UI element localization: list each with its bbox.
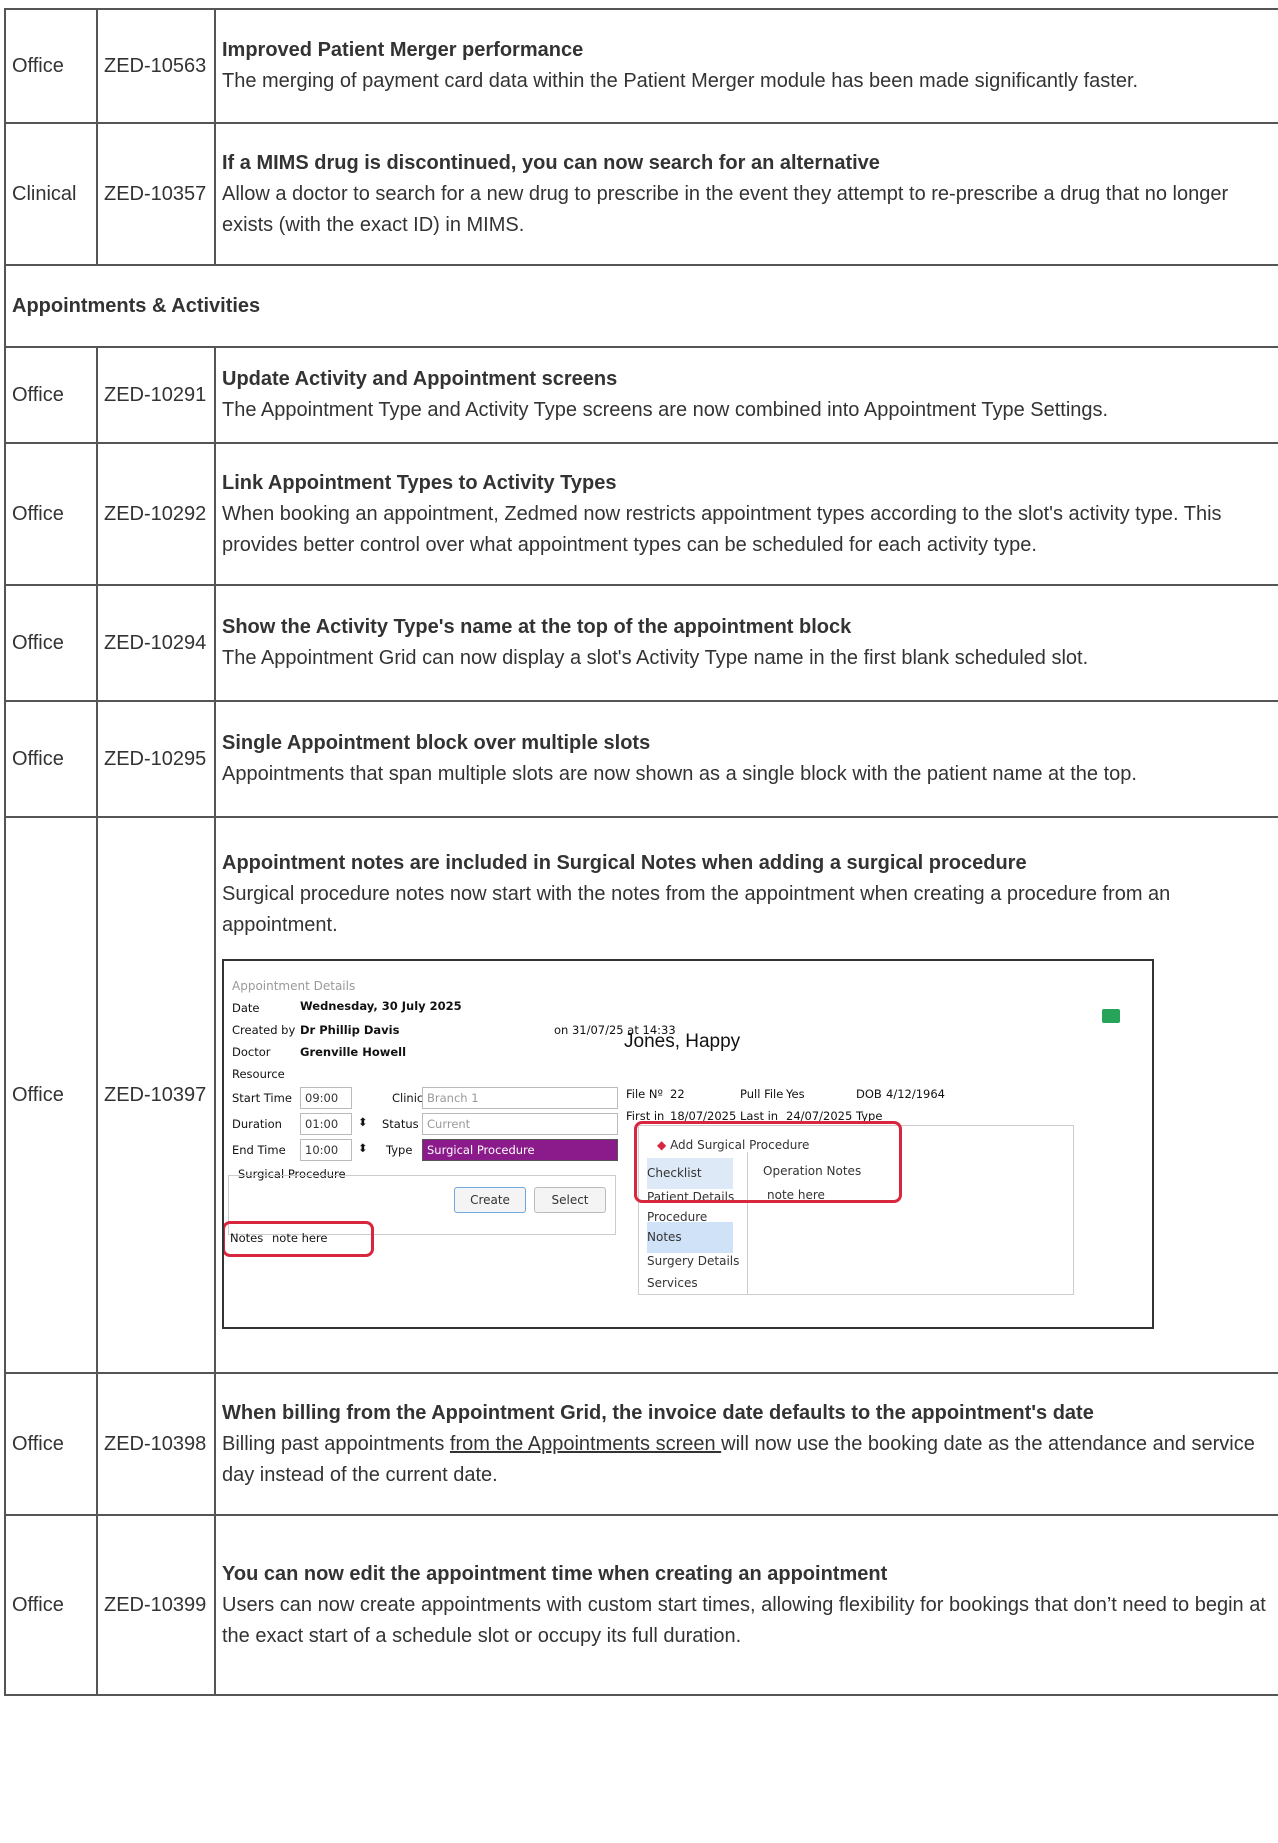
row-title: Appointment notes are included in Surgic…: [222, 851, 1027, 874]
ticket-id-cell: ZED-10292: [96, 442, 216, 586]
start-label: Start Time: [232, 1090, 292, 1105]
ticket-id-cell: ZED-10295: [96, 700, 216, 818]
dob-label: DOB: [856, 1086, 882, 1101]
row-body: Appointments that span multiple slots ar…: [222, 763, 1137, 785]
pull-value: Yes: [786, 1086, 805, 1101]
end-label: End Time: [232, 1142, 286, 1157]
row-body: When booking an appointment, Zedmed now …: [222, 502, 1222, 556]
table-row: Clinical ZED-10357 If a MIMS drug is dis…: [4, 122, 1278, 266]
section-heading: Appointments & Activities: [4, 264, 1278, 348]
category-cell: Office: [4, 816, 98, 1374]
description-cell: Appointment notes are included in Surgic…: [214, 816, 1278, 1374]
start-time-input[interactable]: 09:00: [300, 1086, 352, 1109]
notes-label: Notes: [230, 1230, 264, 1245]
dob-value: 4/12/1964: [886, 1086, 945, 1101]
release-notes-table: Office ZED-10563 Improved Patient Merger…: [4, 8, 1278, 1696]
ticket-id-cell: ZED-10398: [96, 1372, 216, 1516]
row-title: Show the Activity Type's name at the top…: [222, 616, 852, 638]
doctor-label: Doctor: [232, 1044, 271, 1059]
description-cell: When billing from the Appointment Grid, …: [214, 1372, 1278, 1516]
table-row: Office ZED-10563 Improved Patient Merger…: [4, 8, 1278, 124]
ticket-id-cell: ZED-10294: [96, 584, 216, 702]
clinic-select[interactable]: Branch 1: [422, 1086, 618, 1109]
date-value: Wednesday, 30 July 2025: [300, 998, 462, 1013]
end-time-input[interactable]: 10:00: [300, 1138, 352, 1161]
ticket-id-cell: ZED-10357: [96, 122, 216, 266]
description-cell: If a MIMS drug is discontinued, you can …: [214, 122, 1278, 266]
ticket-id-cell: ZED-10563: [96, 8, 216, 124]
spinner-icon[interactable]: ⬍: [358, 1115, 368, 1129]
appointment-details-screenshot: Appointment Details Date Wednesday, 30 J…: [222, 958, 1154, 1329]
create-button[interactable]: Create: [454, 1186, 526, 1213]
duration-label: Duration: [232, 1116, 282, 1131]
section-row: Appointments & Activities: [4, 264, 1278, 348]
table-row: Office ZED-10292 Link Appointment Types …: [4, 442, 1278, 586]
row-title: You can now edit the appointment time wh…: [222, 1562, 888, 1585]
description-cell: Improved Patient Merger performance The …: [214, 8, 1278, 124]
pull-label: Pull File: [740, 1086, 784, 1101]
doctor-value: Grenville Howell: [300, 1044, 407, 1059]
description-cell: Show the Activity Type's name at the top…: [214, 584, 1278, 702]
duration-input[interactable]: 01:00: [300, 1112, 352, 1135]
status-label: Status: [382, 1116, 419, 1131]
status-select[interactable]: Current: [422, 1112, 618, 1135]
description-cell: Update Activity and Appointment screens …: [214, 346, 1278, 444]
row-body: Allow a doctor to search for a new drug …: [222, 182, 1229, 236]
category-cell: Office: [4, 1514, 98, 1696]
created-value: Dr Phillip Davis: [300, 1022, 400, 1037]
patient-name: Jones, Happy: [624, 1030, 741, 1052]
table-row: Office ZED-10397 Appointment notes are i…: [4, 816, 1278, 1374]
row-title: Improved Patient Merger performance: [222, 39, 584, 61]
file-value: 22: [670, 1086, 685, 1101]
type-select[interactable]: Surgical Procedure: [422, 1138, 618, 1161]
check-icon: [1102, 1008, 1120, 1023]
row-body: Billing past appointments from the Appoi…: [222, 1432, 1255, 1486]
row-body: Surgical procedure notes now start with …: [222, 882, 1171, 936]
ticket-id-cell: ZED-10399: [96, 1514, 216, 1696]
window-title: Appointment Details: [232, 978, 356, 993]
ticket-id-cell: ZED-10291: [96, 346, 216, 444]
row-title: When billing from the Appointment Grid, …: [222, 1401, 1094, 1424]
category-cell: Office: [4, 442, 98, 586]
row-body: The Appointment Type and Activity Type s…: [222, 399, 1109, 421]
table-row: Office ZED-10291 Update Activity and App…: [4, 346, 1278, 444]
row-body: Users can now create appointments with c…: [222, 1593, 1266, 1647]
table-row: Office ZED-10294 Show the Activity Type'…: [4, 584, 1278, 702]
category-cell: Office: [4, 700, 98, 818]
ticket-id-cell: ZED-10397: [96, 816, 216, 1374]
clinic-label: Clinic: [392, 1090, 424, 1105]
spinner-icon[interactable]: ⬍: [358, 1141, 368, 1155]
row-body: The merging of payment card data within …: [222, 70, 1139, 92]
type-label: Type: [386, 1142, 413, 1157]
select-button[interactable]: Select: [534, 1186, 606, 1213]
table-row: Office ZED-10398 When billing from the A…: [4, 1372, 1278, 1516]
row-title: If a MIMS drug is discontinued, you can …: [222, 151, 880, 174]
description-cell: Single Appointment block over multiple s…: [214, 700, 1278, 818]
table-row: Office ZED-10399 You can now edit the ap…: [4, 1514, 1278, 1696]
category-cell: Office: [4, 346, 98, 444]
file-label: File Nº: [626, 1086, 663, 1101]
created-label: Created by: [232, 1022, 296, 1037]
category-cell: Office: [4, 1372, 98, 1516]
row-title: Link Appointment Types to Activity Types: [222, 471, 617, 494]
date-label: Date: [232, 1000, 260, 1015]
row-title: Update Activity and Appointment screens: [222, 368, 618, 390]
resource-label: Resource: [232, 1066, 285, 1081]
notes-value: note here: [272, 1230, 328, 1245]
row-title: Single Appointment block over multiple s…: [222, 732, 651, 754]
appointments-screen-link[interactable]: from the Appointments screen: [450, 1433, 721, 1455]
row-body: The Appointment Grid can now display a s…: [222, 647, 1089, 669]
category-cell: Clinical: [4, 122, 98, 266]
dialog-highlight: [634, 1120, 902, 1203]
menu-services[interactable]: Services: [647, 1268, 698, 1299]
description-cell: Link Appointment Types to Activity Types…: [214, 442, 1278, 586]
description-cell: You can now edit the appointment time wh…: [214, 1514, 1278, 1696]
category-cell: Office: [4, 8, 98, 124]
table-row: Office ZED-10295 Single Appointment bloc…: [4, 700, 1278, 818]
category-cell: Office: [4, 584, 98, 702]
